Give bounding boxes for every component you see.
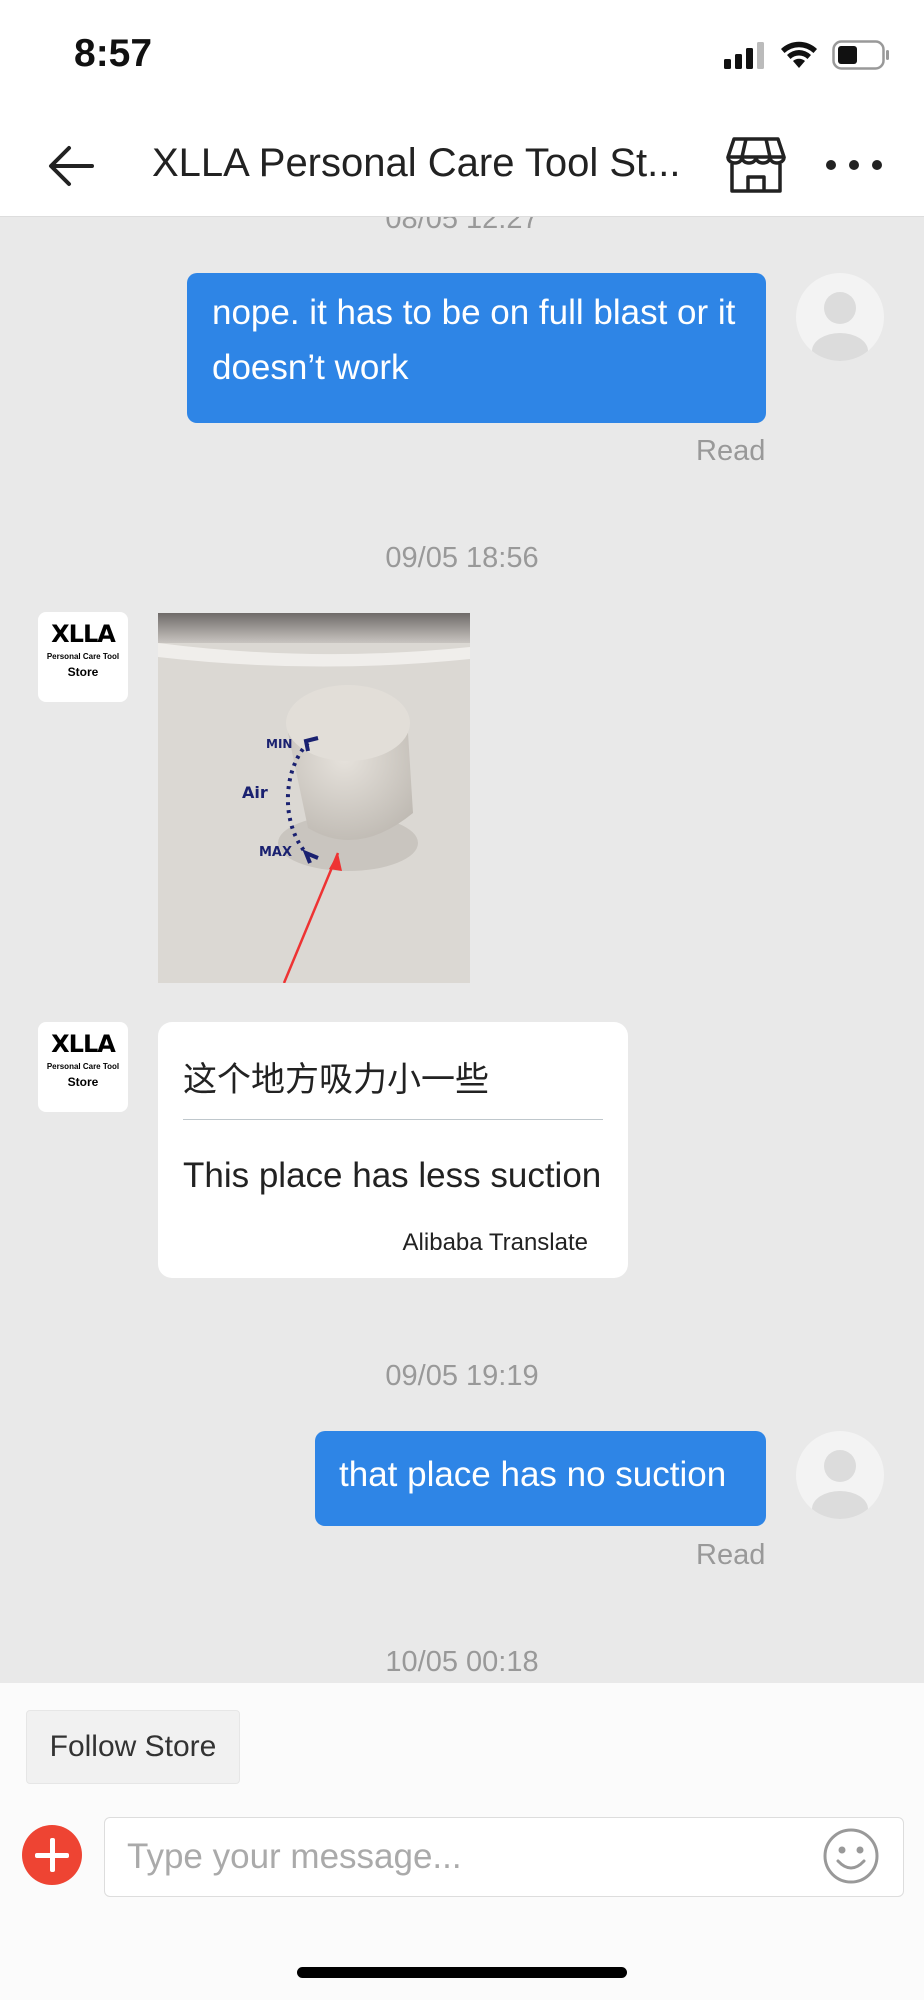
translated-message[interactable]: 这个地方吸力小一些 This place has less suction Al… [158, 1022, 628, 1278]
follow-store-button[interactable]: Follow Store [26, 1710, 240, 1784]
home-indicator [297, 1967, 627, 1978]
store-icon[interactable] [724, 133, 788, 197]
product-photo: MIN Air MAX [158, 613, 470, 983]
read-status: Read [696, 1539, 766, 1571]
store-logo-text: XLLA [51, 620, 116, 648]
plus-icon[interactable] [22, 1825, 82, 1885]
battery-icon [832, 40, 889, 70]
signal-icon [724, 42, 764, 69]
store-logo-store: Store [67, 1075, 99, 1089]
translated-text: This place has less suction [183, 1156, 602, 1195]
wifi-icon [781, 41, 817, 68]
image-message[interactable]: MIN Air MAX [158, 613, 470, 983]
more-options-icon[interactable] [826, 145, 882, 185]
user-avatar [796, 1431, 884, 1519]
status-time: 8:57 [74, 32, 153, 75]
timestamp: 08/05 12:27 [385, 217, 539, 235]
image-label-air: Air [242, 783, 268, 802]
store-logo-text: XLLA [51, 1030, 116, 1058]
avatar-placeholder-icon [812, 1450, 868, 1519]
message-input[interactable] [104, 1817, 904, 1897]
chat-header: XLLA Personal Care Tool St... [0, 115, 924, 217]
image-label-min: MIN [266, 737, 292, 751]
timestamp: 09/05 19:19 [385, 1360, 539, 1392]
user-avatar [796, 273, 884, 361]
chat-area[interactable]: 08/05 12:27 nope. it has to be on full b… [0, 217, 924, 1683]
status-icons [724, 40, 890, 70]
original-text: 这个地方吸力小一些 [183, 1061, 489, 1099]
emoji-icon[interactable] [822, 1827, 880, 1885]
store-logo-store: Store [67, 665, 99, 679]
composer-area: Follow Store [0, 1683, 924, 2000]
store-logo-subtitle: Personal Care Tool [46, 652, 120, 661]
outgoing-message[interactable]: that place has no suction [315, 1431, 766, 1526]
back-arrow-icon[interactable] [44, 139, 98, 193]
read-status: Read [696, 435, 766, 467]
image-label-max: MAX [259, 845, 292, 860]
store-avatar[interactable]: XLLA Personal Care Tool Store [38, 1022, 128, 1112]
timestamp: 10/05 00:18 [385, 1646, 539, 1678]
store-avatar[interactable]: XLLA Personal Care Tool Store [38, 612, 128, 702]
store-logo-subtitle: Personal Care Tool [46, 1062, 120, 1071]
status-bar: 8:57 [0, 0, 924, 115]
timestamp: 09/05 18:56 [385, 542, 539, 574]
outgoing-message[interactable]: nope. it has to be on full blast or it d… [187, 273, 766, 423]
translation-source: Alibaba Translate [402, 1229, 588, 1256]
divider [183, 1119, 603, 1120]
store-title[interactable]: XLLA Personal Care Tool St... [152, 141, 682, 186]
avatar-placeholder-icon [812, 292, 868, 361]
